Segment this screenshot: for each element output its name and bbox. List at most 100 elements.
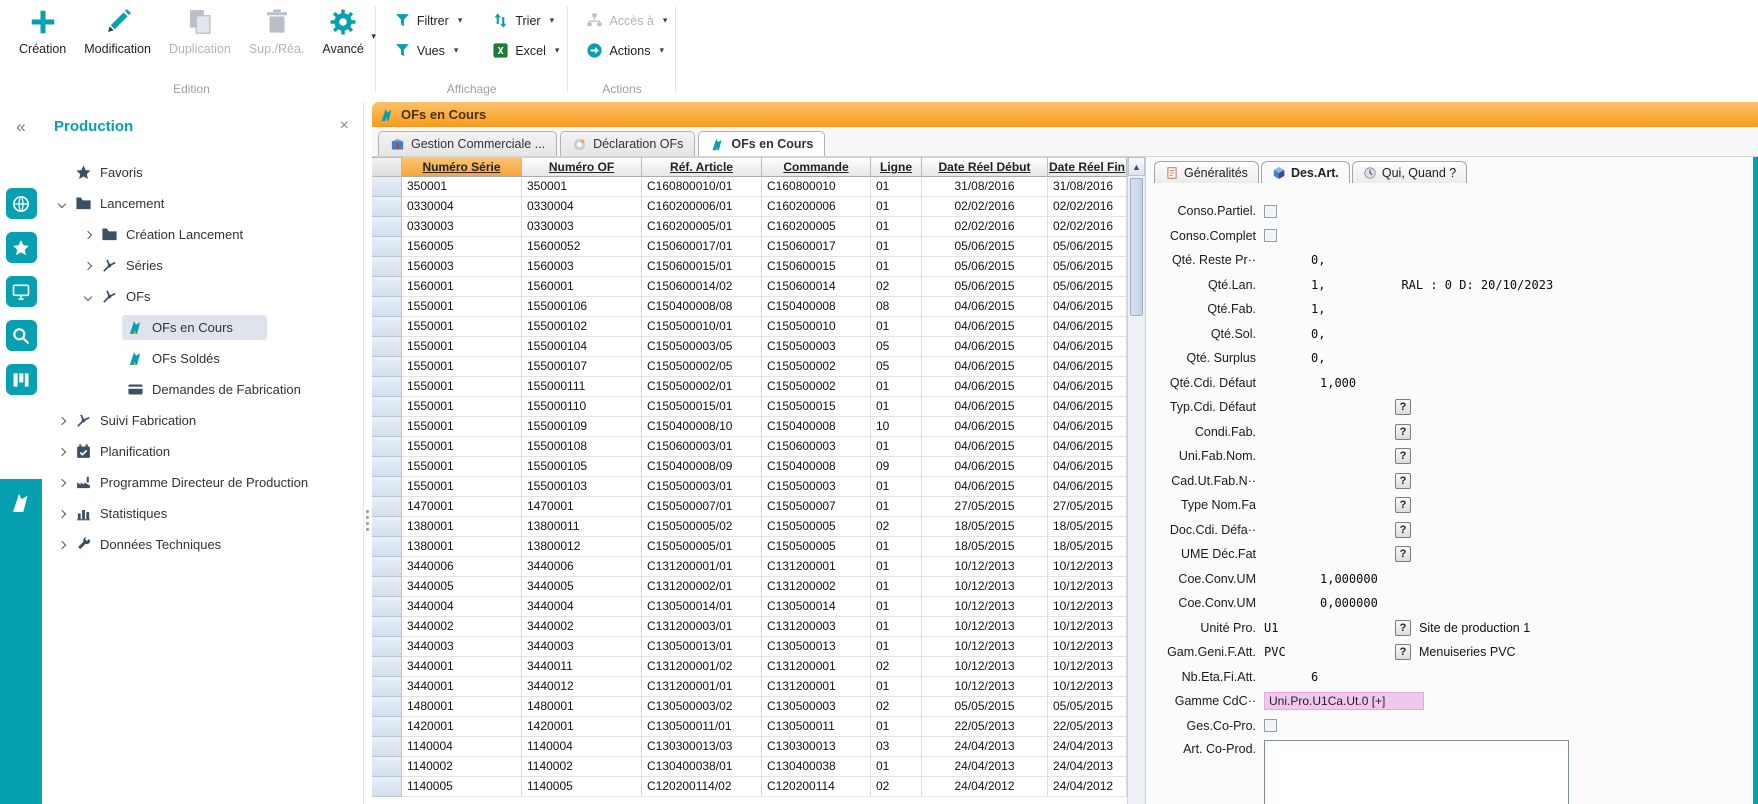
field-number-value[interactable]: 1,000000 xyxy=(1264,572,1378,586)
production-module-active[interactable] xyxy=(0,479,42,804)
tree-expander[interactable] xyxy=(54,201,70,207)
field-number-value[interactable]: 0,000000 xyxy=(1264,596,1378,610)
table-row[interactable]: 14200011420001C130500011/01C130500011012… xyxy=(372,717,1127,737)
column-header-ref-article[interactable]: Réf. Article xyxy=(642,157,762,177)
column-header-ligne[interactable]: Ligne xyxy=(871,157,922,177)
table-row[interactable]: 11400021140002C130400038/01C130400038012… xyxy=(372,757,1127,777)
sidebar-item-ofs-soldes[interactable]: OFs Soldés xyxy=(42,343,363,374)
table-scrollbar[interactable]: ▲ xyxy=(1127,157,1145,804)
table-row[interactable]: 1550001155000110C150500015/01C1505000150… xyxy=(372,397,1127,417)
table-row[interactable]: 34400013440012C131200001/01C131200001011… xyxy=(372,677,1127,697)
row-selector-cell[interactable] xyxy=(372,377,402,397)
row-selector-cell[interactable] xyxy=(372,317,402,337)
sidebar-item-lancement[interactable]: Lancement xyxy=(42,188,363,219)
table-row[interactable]: 1550001155000103C150500003/01C1505000030… xyxy=(372,477,1127,497)
lookup-button[interactable]: ? xyxy=(1395,546,1411,562)
column-header-date-reel-debut[interactable]: Date Réel Début xyxy=(922,157,1048,177)
tree-expander[interactable] xyxy=(80,263,96,269)
row-selector-cell[interactable] xyxy=(372,477,402,497)
row-selector-cell[interactable] xyxy=(372,657,402,677)
sidebar-item-ofs-en-cours[interactable]: OFs en Cours xyxy=(42,312,363,343)
row-selector-cell[interactable] xyxy=(372,557,402,577)
field-code-value[interactable]: U1 xyxy=(1264,621,1395,635)
sidebar-splitter[interactable] xyxy=(364,102,372,804)
sidebar-item-favoris[interactable]: Favoris xyxy=(42,157,363,188)
tree-expander[interactable] xyxy=(80,294,96,300)
row-selector-cell[interactable] xyxy=(372,297,402,317)
apps-module-button[interactable] xyxy=(6,188,37,219)
ges-co-pro-checkbox[interactable] xyxy=(1264,719,1277,732)
conso-complet-checkbox[interactable] xyxy=(1264,229,1277,242)
tree-expander[interactable] xyxy=(54,418,70,424)
tab-gestion-commerciale[interactable]: Gestion Commerciale ... xyxy=(378,131,557,156)
search-module-button[interactable] xyxy=(6,320,37,351)
conso-partiel-checkbox[interactable] xyxy=(1264,205,1277,218)
sidebar-item-ofs[interactable]: OFs xyxy=(42,281,363,312)
highlighted-field-value[interactable]: Uni.Pro.U1Ca.Ut.0 [+] xyxy=(1264,692,1424,710)
row-selector-cell[interactable] xyxy=(372,697,402,717)
table-row[interactable]: 34400053440005C131200002/01C131200002011… xyxy=(372,577,1127,597)
tree-expander[interactable] xyxy=(54,542,70,548)
row-selector-cell[interactable] xyxy=(372,677,402,697)
row-selector-cell[interactable] xyxy=(372,637,402,657)
detail-scrollbar[interactable] xyxy=(1753,157,1758,804)
sidebar-item-suivi-fabrication[interactable]: Suivi Fabrication xyxy=(42,405,363,436)
table-row[interactable]: 1550001155000102C150500010/01C1505000100… xyxy=(372,317,1127,337)
lookup-button[interactable]: ? xyxy=(1395,522,1411,538)
tree-expander[interactable] xyxy=(54,511,70,517)
row-selector-cell[interactable] xyxy=(372,257,402,277)
lookup-button[interactable]: ? xyxy=(1395,620,1411,636)
table-row[interactable]: 15600011560001C150600014/02C150600014020… xyxy=(372,277,1127,297)
sidebar-item-series[interactable]: Séries xyxy=(42,250,363,281)
row-selector-cell[interactable] xyxy=(372,497,402,517)
table-row[interactable]: 1550001155000105C150400008/09C1504000080… xyxy=(372,457,1127,477)
field-number-value[interactable]: 1, xyxy=(1264,278,1325,292)
sidebar-item-creation-lancement[interactable]: Création Lancement xyxy=(42,219,363,250)
sidebar-item-demandes-de-fabrication[interactable]: Demandes de Fabrication xyxy=(42,374,363,405)
tree-expander[interactable] xyxy=(54,480,70,486)
table-row[interactable]: 1550001155000108C150600003/01C1506000030… xyxy=(372,437,1127,457)
row-selector-cell[interactable] xyxy=(372,437,402,457)
avance-button[interactable]: Avancé▾ xyxy=(313,5,372,58)
collapse-sidebar-button[interactable]: « xyxy=(16,118,25,135)
field-number-value[interactable]: 0, xyxy=(1264,327,1325,341)
row-selector-cell[interactable] xyxy=(372,457,402,477)
table-row[interactable]: 34400023440002C131200003/01C131200003011… xyxy=(372,617,1127,637)
lookup-button[interactable]: ? xyxy=(1395,448,1411,464)
table-row[interactable]: 1550001155000104C150500003/05C1505000030… xyxy=(372,337,1127,357)
field-number-value[interactable]: 1, xyxy=(1264,302,1325,316)
lookup-button[interactable]: ? xyxy=(1395,424,1411,440)
table-row[interactable]: 1550001155000107C150500002/05C1505000020… xyxy=(372,357,1127,377)
modification-button[interactable]: Modification xyxy=(75,5,160,58)
row-selector-cell[interactable] xyxy=(372,617,402,637)
table-row[interactable]: 34400043440004C130500014/01C130500014011… xyxy=(372,597,1127,617)
row-selector-cell[interactable] xyxy=(372,337,402,357)
row-selector-cell[interactable] xyxy=(372,597,402,617)
tab-ofs-en-cours[interactable]: OFs en Cours xyxy=(698,131,825,156)
row-selector-cell[interactable] xyxy=(372,397,402,417)
field-number-value[interactable]: 0, xyxy=(1264,253,1325,267)
row-selector-cell[interactable] xyxy=(372,357,402,377)
lookup-button[interactable]: ? xyxy=(1395,473,1411,489)
scroll-up-icon[interactable]: ▲ xyxy=(1128,157,1145,176)
row-selector-cell[interactable] xyxy=(372,517,402,537)
lookup-button[interactable]: ? xyxy=(1395,399,1411,415)
lookup-button[interactable]: ? xyxy=(1395,497,1411,513)
field-number-value[interactable]: 0, xyxy=(1264,351,1325,365)
vues-button[interactable]: Vues▾ xyxy=(394,42,462,59)
creation-button[interactable]: Création xyxy=(10,5,75,58)
actions-button[interactable]: Actions▾ xyxy=(586,42,667,59)
row-selector-cell[interactable] xyxy=(372,277,402,297)
excel-button[interactable]: Excel▾ xyxy=(492,42,559,59)
table-row[interactable]: 11400051140005C120200114/02C120200114022… xyxy=(372,777,1127,797)
row-selector-cell[interactable] xyxy=(372,237,402,257)
column-header-numero-serie[interactable]: Numéro Série xyxy=(402,157,522,177)
field-number-value[interactable]: 1,000 xyxy=(1264,376,1356,390)
scrollbar-thumb[interactable] xyxy=(1130,178,1143,316)
close-icon[interactable]: × xyxy=(340,117,349,135)
table-row[interactable]: 1550001155000106C150400008/08C1504000080… xyxy=(372,297,1127,317)
table-row[interactable]: 11400041140004C130300013/03C130300013032… xyxy=(372,737,1127,757)
row-selector-cell[interactable] xyxy=(372,737,402,757)
row-selector-cell[interactable] xyxy=(372,757,402,777)
row-selector-cell[interactable] xyxy=(372,577,402,597)
